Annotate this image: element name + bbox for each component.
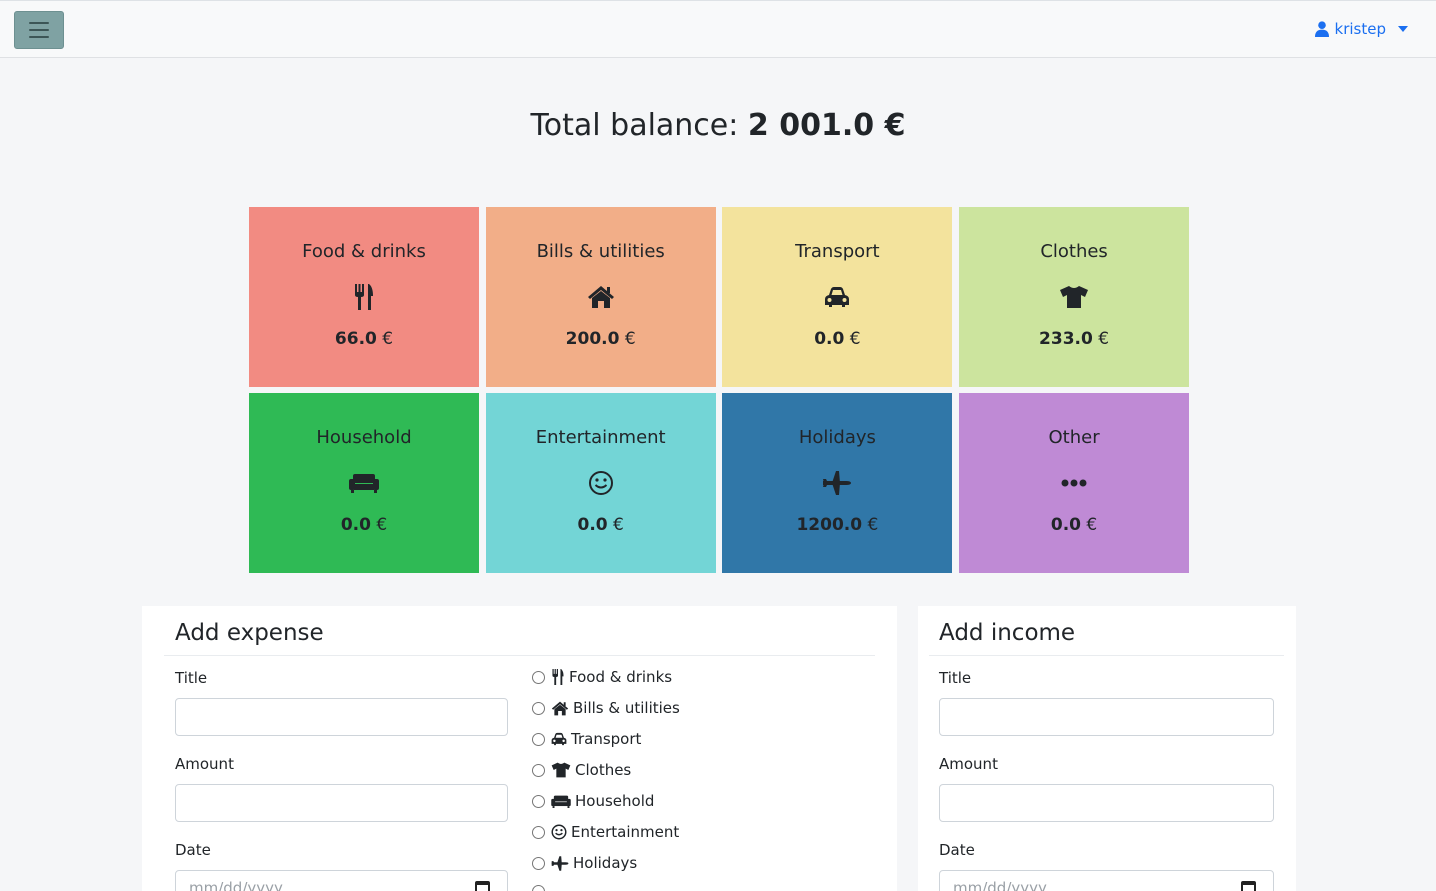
couch-icon bbox=[349, 468, 379, 498]
utensils-icon bbox=[354, 282, 374, 312]
radio-button[interactable] bbox=[532, 825, 545, 839]
category-amount: 0.0 € bbox=[1050, 515, 1098, 535]
couch-icon bbox=[551, 795, 571, 808]
expense-title-label: Title bbox=[175, 669, 208, 687]
expense-category-option[interactable]: Food & drinks bbox=[532, 668, 672, 686]
category-amount: 0.0 € bbox=[814, 329, 861, 349]
category-name: Transport bbox=[795, 241, 880, 262]
car-icon bbox=[824, 282, 850, 312]
smile-icon bbox=[588, 468, 614, 498]
expense-title-input[interactable] bbox=[175, 698, 508, 736]
category-name: Clothes bbox=[1040, 241, 1108, 262]
add-expense-card: Add expense Title Amount Date mm/dd/yyyy bbox=[142, 606, 897, 891]
category-amount: 0.0 € bbox=[340, 515, 388, 535]
category-tile-entertainment[interactable]: Entertainment 0.0 € bbox=[485, 393, 716, 573]
home-icon bbox=[551, 701, 569, 716]
category-tile-household[interactable]: Household 0.0 € bbox=[249, 393, 479, 573]
chevron-down-icon bbox=[1398, 26, 1408, 32]
add-income-card: Add income Title Amount Date mm/dd/yyyy bbox=[918, 606, 1296, 891]
category-name: Household bbox=[316, 427, 412, 448]
category-name: Other bbox=[1048, 427, 1100, 448]
option-label: Bills & utilities bbox=[573, 699, 680, 717]
total-balance-label: Total balance: bbox=[530, 108, 739, 143]
category-name: Entertainment bbox=[535, 427, 666, 448]
category-name: Food & drinks bbox=[302, 241, 426, 262]
add-expense-title: Add expense bbox=[175, 620, 324, 646]
income-title-label: Title bbox=[939, 669, 972, 687]
calendar-icon[interactable] bbox=[475, 881, 490, 891]
add-income-title: Add income bbox=[939, 620, 1076, 646]
category-name: Holidays bbox=[798, 427, 876, 448]
category-tile-food-drinks[interactable]: Food & drinks 66.0 € bbox=[249, 207, 479, 387]
expense-category-option[interactable]: Household bbox=[532, 792, 654, 810]
category-tile-clothes[interactable]: Clothes 233.0 € bbox=[959, 207, 1190, 387]
income-amount-input[interactable] bbox=[939, 784, 1274, 822]
income-title-input[interactable] bbox=[939, 698, 1274, 736]
tshirt-icon bbox=[1059, 282, 1089, 312]
ellipsis-icon bbox=[1061, 468, 1087, 498]
calendar-icon[interactable] bbox=[1241, 881, 1256, 891]
tshirt-icon bbox=[551, 762, 571, 778]
category-amount: 233.0 € bbox=[1039, 329, 1110, 349]
category-amount: 0.0 € bbox=[577, 515, 624, 535]
menu-toggle-button[interactable] bbox=[14, 11, 64, 49]
expense-category-option[interactable]: Bills & utilities bbox=[532, 699, 680, 717]
option-label: Household bbox=[575, 792, 655, 810]
total-balance-amount: 2 001.0 € bbox=[747, 108, 906, 143]
divider bbox=[929, 655, 1284, 656]
option-label: Food & drinks bbox=[569, 668, 673, 686]
option-label: Holidays bbox=[573, 854, 638, 872]
category-tile-other[interactable]: Other 0.0 € bbox=[959, 393, 1190, 573]
plane-icon bbox=[822, 468, 852, 498]
expense-category-option[interactable]: Clothes bbox=[532, 761, 631, 779]
radio-button[interactable] bbox=[532, 763, 545, 777]
user-icon bbox=[1314, 21, 1329, 37]
category-tile-transport[interactable]: Transport 0.0 € bbox=[722, 207, 953, 387]
home-icon bbox=[587, 282, 615, 312]
radio-button[interactable] bbox=[532, 701, 545, 715]
navbar: kristep bbox=[0, 0, 1436, 58]
option-label: Entertainment bbox=[571, 823, 680, 841]
radio-button[interactable] bbox=[532, 856, 545, 870]
category-amount: 66.0 € bbox=[334, 329, 394, 349]
expense-date-label: Date bbox=[175, 841, 211, 859]
income-date-label: Date bbox=[939, 841, 975, 859]
income-date-input[interactable]: mm/dd/yyyy bbox=[939, 870, 1274, 891]
expense-amount-input[interactable] bbox=[175, 784, 508, 822]
expense-category-option[interactable]: Entertainment bbox=[532, 823, 679, 841]
expense-category-option[interactable]: Transport bbox=[532, 730, 641, 748]
car-icon bbox=[551, 732, 567, 746]
user-menu[interactable]: kristep bbox=[1314, 20, 1408, 38]
plane-icon bbox=[551, 855, 569, 871]
category-grid: Food & drinks 66.0 € Bills & utilities 2… bbox=[249, 207, 1190, 573]
radio-button[interactable] bbox=[532, 885, 545, 891]
expense-date-input[interactable]: mm/dd/yyyy bbox=[175, 870, 508, 891]
expense-amount-label: Amount bbox=[175, 755, 234, 773]
category-tile-bills-utilities[interactable]: Bills & utilities 200.0 € bbox=[485, 207, 716, 387]
divider bbox=[164, 655, 875, 656]
option-label: Clothes bbox=[575, 761, 632, 779]
radio-button[interactable] bbox=[532, 732, 545, 746]
total-balance: Total balance: 2 001.0 € bbox=[0, 108, 1436, 143]
smile-icon bbox=[551, 824, 567, 840]
income-amount-label: Amount bbox=[939, 755, 998, 773]
radio-button[interactable] bbox=[532, 794, 545, 808]
option-label: Transport bbox=[571, 730, 642, 748]
radio-button[interactable] bbox=[532, 670, 545, 684]
category-amount: 200.0 € bbox=[565, 329, 636, 349]
category-name: Bills & utilities bbox=[536, 241, 665, 262]
username: kristep bbox=[1334, 20, 1386, 38]
expense-category-option[interactable]: Holidays bbox=[532, 854, 637, 872]
category-amount: 1200.0 € bbox=[796, 515, 879, 535]
expense-category-option[interactable] bbox=[532, 885, 551, 891]
hamburger-icon bbox=[29, 22, 49, 24]
category-tile-holidays[interactable]: Holidays 1200.0 € bbox=[722, 393, 953, 573]
utensils-icon bbox=[551, 669, 565, 685]
